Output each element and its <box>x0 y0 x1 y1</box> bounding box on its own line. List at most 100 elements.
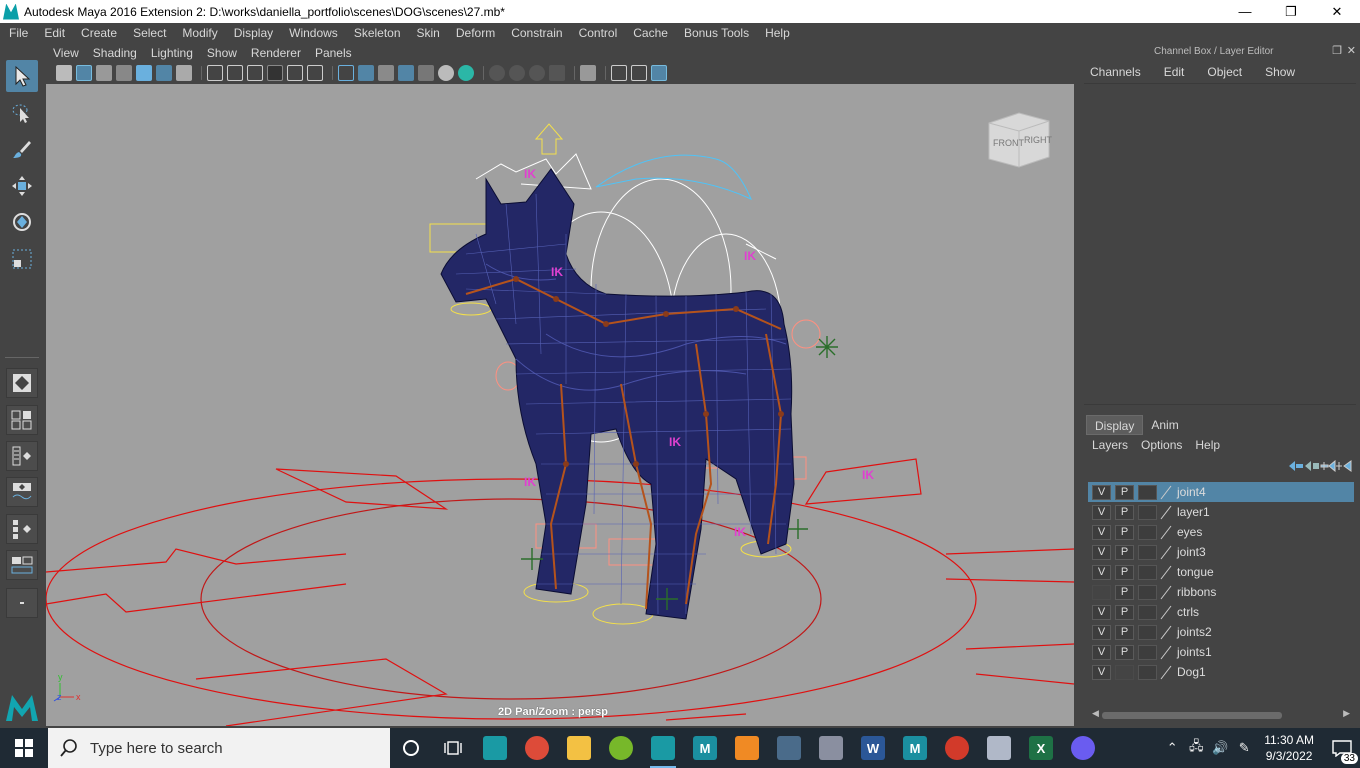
scene-canvas[interactable]: IK IK IK IK IK IK IK x y z <box>46 84 1074 726</box>
menu-le-help[interactable]: Help <box>1195 438 1220 452</box>
scroll-left-icon[interactable]: ◀ <box>1092 708 1099 719</box>
taskbar-app-button[interactable] <box>978 728 1020 768</box>
tab-anim[interactable]: Anim <box>1143 415 1186 435</box>
layer-visibility-toggle[interactable]: V <box>1092 524 1111 540</box>
film-gate-icon[interactable] <box>156 64 172 81</box>
volume-icon[interactable]: 🔊 <box>1211 740 1229 756</box>
menu-control[interactable]: Control <box>570 26 625 40</box>
bookmark-icon[interactable] <box>96 64 112 81</box>
layer-visibility-toggle[interactable]: V <box>1092 504 1111 520</box>
menu-display[interactable]: Display <box>225 26 280 40</box>
taskbar-app-button[interactable]: X <box>1020 728 1062 768</box>
hypershade-layout-button[interactable] <box>6 514 38 544</box>
shadows-icon[interactable] <box>458 64 474 81</box>
taskbar-app-button[interactable] <box>474 728 516 768</box>
layer-display-type-icon[interactable] <box>1159 625 1173 640</box>
layer-visibility-toggle[interactable]: V <box>1092 644 1111 660</box>
tab-display[interactable]: Display <box>1086 415 1144 435</box>
menu-deform[interactable]: Deform <box>447 26 502 40</box>
channel-box-area[interactable] <box>1084 83 1356 405</box>
layer-playback-toggle[interactable]: P <box>1115 624 1134 640</box>
resolution-gate-icon[interactable] <box>176 64 192 81</box>
layer-row[interactable]: V Pjoints1 <box>1088 642 1354 662</box>
menu-windows[interactable]: Windows <box>280 26 345 40</box>
anti-aliasing-icon[interactable] <box>529 64 545 81</box>
taskbar-app-button[interactable] <box>936 728 978 768</box>
layer-display-type-icon[interactable] <box>1159 565 1173 580</box>
lasso-tool-button[interactable] <box>6 97 38 129</box>
maximize-button[interactable]: ❐ <box>1268 0 1314 23</box>
layer-playback-toggle[interactable]: P <box>1115 584 1134 600</box>
wireframe-on-shaded-icon[interactable] <box>378 64 394 81</box>
taskbar-app-button[interactable] <box>516 728 558 768</box>
taskbar-app-button[interactable]: M <box>684 728 726 768</box>
layer-visibility-toggle[interactable]: V <box>1092 564 1111 580</box>
layer-display-type-icon[interactable] <box>1159 605 1173 620</box>
safe-action-icon[interactable] <box>267 64 283 81</box>
close-panel-icon[interactable]: ✕ <box>1347 44 1356 57</box>
taskbar-app-button[interactable] <box>810 728 852 768</box>
layer-display-type-icon[interactable] <box>1159 525 1173 540</box>
layer-color-swatch[interactable] <box>1138 604 1157 620</box>
show-hidden-icons-icon[interactable]: ⌃ <box>1163 740 1181 756</box>
image-plane-icon[interactable] <box>116 64 132 81</box>
menu-modify[interactable]: Modify <box>173 26 224 40</box>
text-overlay-icon[interactable] <box>307 64 323 81</box>
layer-row[interactable]: V Pjoint3 <box>1088 542 1354 562</box>
xray-icon[interactable] <box>398 64 414 81</box>
layer-playback-toggle[interactable]: P <box>1115 564 1134 580</box>
layer-playback-toggle[interactable]: P <box>1115 604 1134 620</box>
start-button[interactable] <box>0 728 48 768</box>
float-panel-icon[interactable]: ❐ <box>1332 44 1342 57</box>
layer-row[interactable]: V Pctrls <box>1088 602 1354 622</box>
layer-color-swatch[interactable] <box>1138 564 1157 580</box>
paint-select-tool-button[interactable] <box>6 133 38 165</box>
panel-menu-view[interactable]: View <box>46 46 86 60</box>
panel-menu-shading[interactable]: Shading <box>86 46 144 60</box>
cortana-button[interactable] <box>390 728 432 768</box>
layer-visibility-toggle[interactable]: V <box>1092 664 1111 680</box>
new-empty-layer-icon[interactable] <box>1320 460 1336 472</box>
taskbar-app-button[interactable] <box>768 728 810 768</box>
taskbar-app-button[interactable] <box>642 728 684 768</box>
layer-list-scrollbar[interactable]: ◀ ▶ <box>1092 708 1350 720</box>
panel-menu-show[interactable]: Show <box>200 46 244 60</box>
minimize-button[interactable]: — <box>1222 0 1268 23</box>
menu-cb-show[interactable]: Show <box>1265 65 1295 79</box>
menu-create[interactable]: Create <box>72 26 124 40</box>
layer-row[interactable]: V Ptongue <box>1088 562 1354 582</box>
xray-joints-icon[interactable] <box>418 64 434 81</box>
layer-visibility-toggle[interactable]: V <box>1092 604 1111 620</box>
layer-color-swatch[interactable] <box>1138 584 1157 600</box>
layer-row[interactable]: V Peyes <box>1088 522 1354 542</box>
notifications-button[interactable]: 33 <box>1324 728 1360 768</box>
camera-attributes-icon[interactable] <box>76 64 92 81</box>
move-layer-down-icon[interactable] <box>1304 460 1320 472</box>
single-perspective-layout-button[interactable] <box>6 368 38 398</box>
layer-visibility-toggle[interactable]: V <box>1092 544 1111 560</box>
layer-display-type-icon[interactable] <box>1159 545 1173 560</box>
pen-icon[interactable]: ✎ <box>1235 740 1253 756</box>
taskbar-app-button[interactable] <box>726 728 768 768</box>
taskbar-app-button[interactable]: M <box>894 728 936 768</box>
panel-menu-lighting[interactable]: Lighting <box>144 46 200 60</box>
layer-display-type-icon[interactable] <box>1159 585 1173 600</box>
menu-skin[interactable]: Skin <box>408 26 447 40</box>
menu-skeleton[interactable]: Skeleton <box>345 26 408 40</box>
layer-color-swatch[interactable] <box>1138 624 1157 640</box>
layer-row[interactable]: V Player1 <box>1088 502 1354 522</box>
taskbar-app-button[interactable]: W <box>852 728 894 768</box>
menu-file[interactable]: File <box>0 26 35 40</box>
dog-mesh[interactable] <box>440 168 795 620</box>
panel-menu-panels[interactable]: Panels <box>308 46 359 60</box>
new-layer-selected-icon[interactable] <box>1336 460 1352 472</box>
ambient-occlusion-icon[interactable] <box>489 64 505 81</box>
menu-layers[interactable]: Layers <box>1092 438 1128 452</box>
grid-toggle-icon[interactable] <box>136 64 152 81</box>
perspective-viewport[interactable]: IK IK IK IK IK IK IK x y z FRONT RIGHT 2… <box>46 84 1074 726</box>
layer-color-swatch[interactable] <box>1138 504 1157 520</box>
layer-playback-toggle[interactable]: P <box>1115 524 1134 540</box>
taskbar-search-box[interactable]: Type here to search <box>48 728 390 768</box>
pan-zoom-icon[interactable] <box>631 64 647 81</box>
menu-object[interactable]: Object <box>1207 65 1242 79</box>
